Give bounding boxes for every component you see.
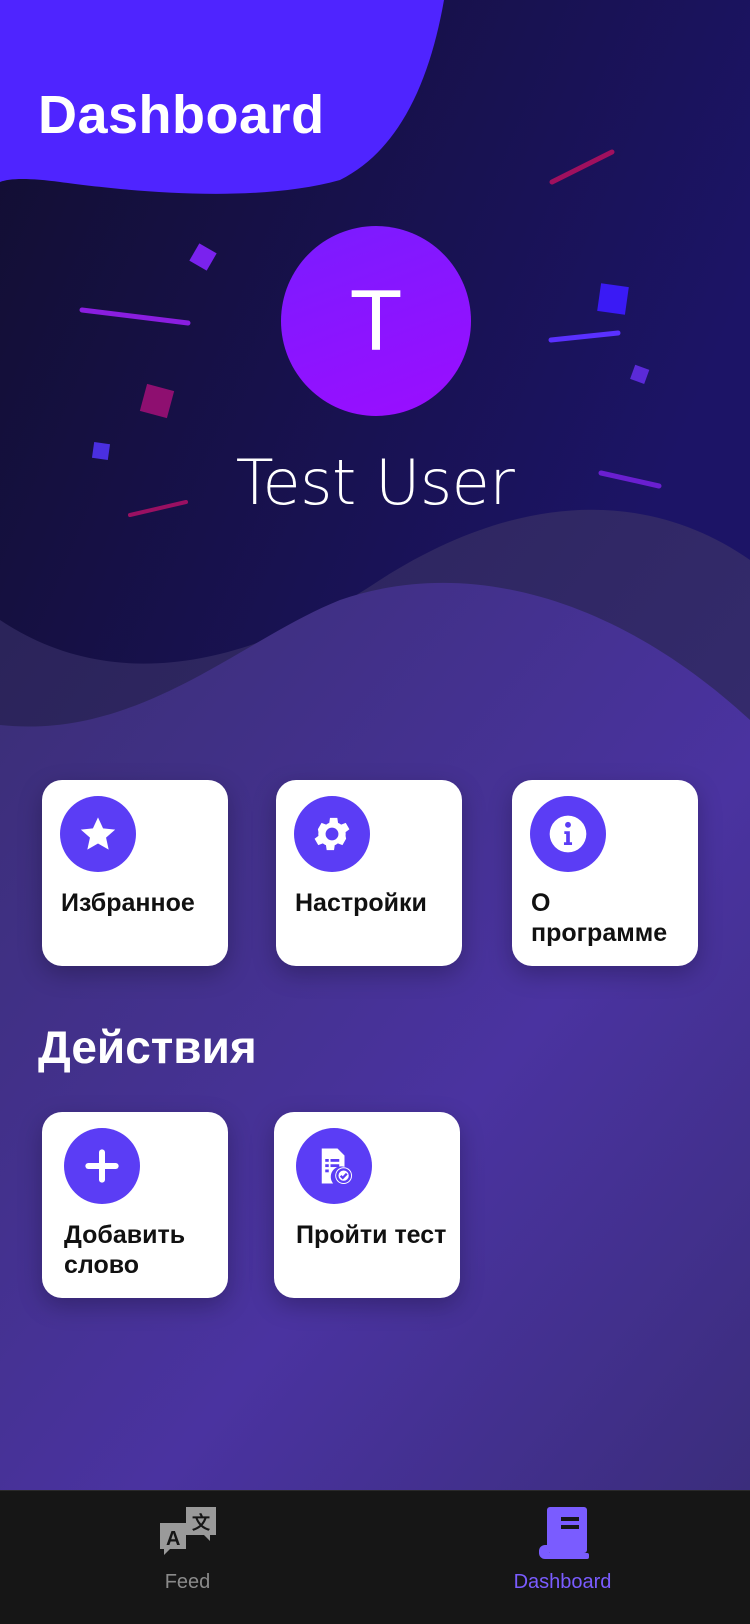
translate-icon: A 文 <box>156 1503 220 1567</box>
page-title: Dashboard <box>38 85 325 145</box>
take-test-label: Пройти тест <box>296 1221 447 1249</box>
test-document-icon <box>296 1128 372 1204</box>
tab-dashboard-label: Dashboard <box>513 1571 612 1593</box>
actions-section-title: Действия <box>38 1021 257 1073</box>
favorites-card[interactable]: Избранное <box>42 780 228 966</box>
settings-label: Настройки <box>295 889 427 917</box>
add-word-card[interactable]: Добавить слово <box>42 1112 228 1298</box>
avatar-initial: T <box>349 272 403 369</box>
about-card[interactable]: О программе <box>512 780 698 966</box>
tab-feed-label: Feed <box>164 1571 211 1593</box>
favorites-label: Избранное <box>61 889 195 917</box>
tab-bar: A 文 Feed Dashboard <box>0 1490 750 1624</box>
user-name: Test User <box>235 446 515 519</box>
tab-dashboard[interactable]: Dashboard <box>375 1491 750 1624</box>
book-icon <box>531 1503 595 1567</box>
about-label: О программе <box>531 889 668 947</box>
add-word-label: Добавить слово <box>64 1221 186 1279</box>
avatar[interactable]: T <box>281 226 471 416</box>
tab-feed[interactable]: A 文 Feed <box>0 1491 375 1624</box>
dashboard-screen: Dashboard T Test User Избранное Настройк… <box>0 0 750 1624</box>
info-icon <box>530 796 606 872</box>
svg-text:文: 文 <box>192 1512 211 1534</box>
svg-text:A: A <box>166 1528 180 1550</box>
star-icon <box>60 796 136 872</box>
settings-card[interactable]: Настройки <box>276 780 462 966</box>
take-test-card[interactable]: Пройти тест <box>274 1112 460 1298</box>
gear-icon <box>294 796 370 872</box>
plus-icon <box>64 1128 140 1204</box>
